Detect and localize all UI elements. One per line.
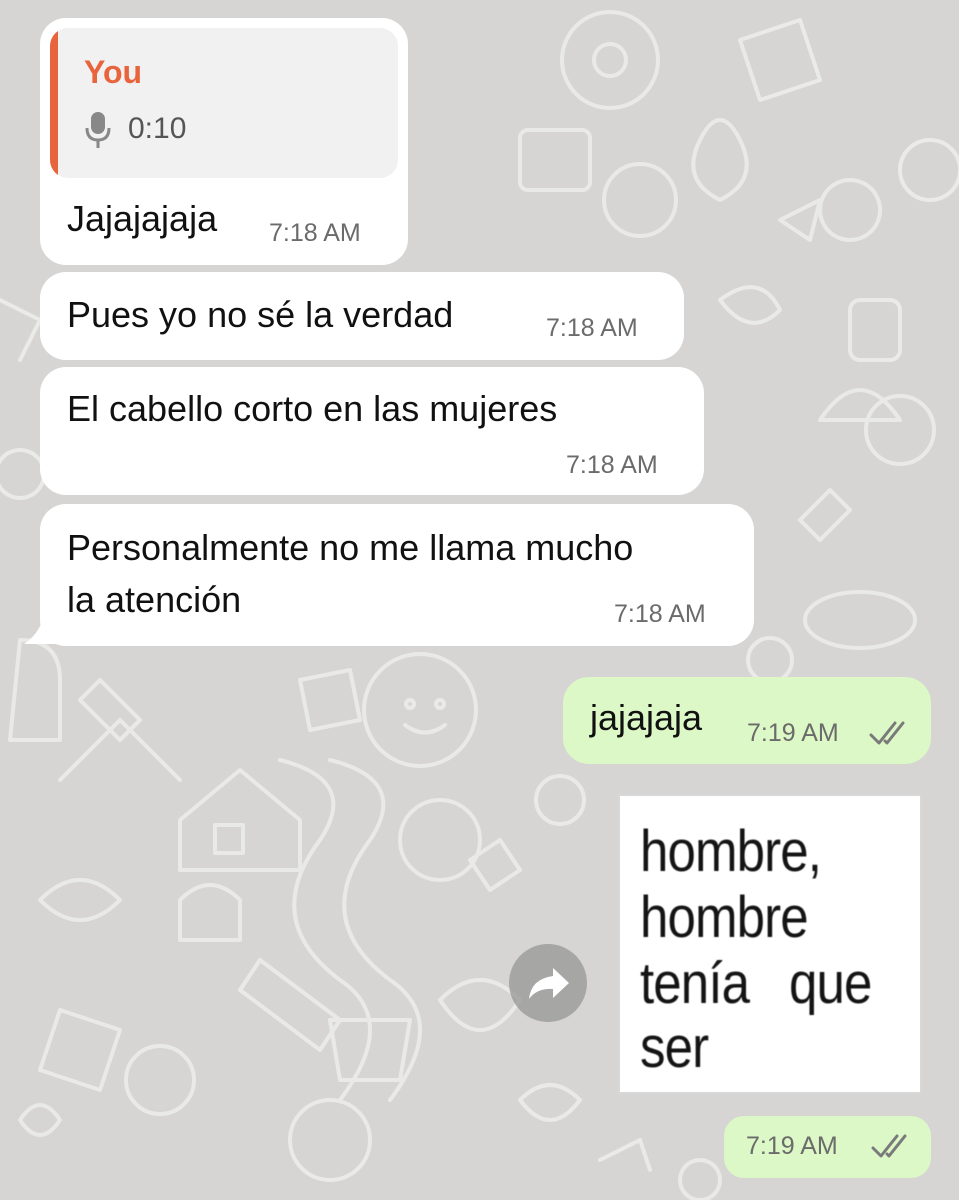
sticker-text-line: hombre — [640, 885, 809, 950]
incoming-message[interactable]: You 0:10 Jajajajaja 7:18 AM — [40, 18, 408, 265]
mic-icon — [85, 112, 111, 148]
reply-quote[interactable]: You 0:10 — [50, 28, 398, 178]
double-check-icon — [869, 721, 905, 745]
message-time: 7:18 AM — [614, 600, 706, 628]
sticker-image[interactable]: hombre, hombre tenía que ser — [618, 794, 922, 1094]
forward-button[interactable] — [509, 944, 587, 1022]
message-text-line: Personalmente no me llama mucho — [67, 527, 634, 568]
sticker-timestamp-pill: 7:19 AM — [724, 1116, 931, 1178]
reply-accent-bar — [50, 28, 58, 178]
incoming-message[interactable]: El cabello corto en las mujeres 7:18 AM — [40, 367, 704, 495]
message-text: El cabello corto en las mujeres — [67, 388, 558, 429]
forward-icon — [529, 968, 569, 999]
double-check-icon — [871, 1134, 907, 1158]
message-time: 7:19 AM — [746, 1132, 838, 1160]
voice-note-duration: 0:10 — [128, 112, 187, 145]
message-text: Pues yo no sé la verdad — [67, 294, 454, 335]
sticker-text-line: hombre, — [640, 819, 822, 884]
sticker-text-line: tenía que — [640, 951, 872, 1016]
reply-author: You — [84, 54, 143, 90]
message-time: 7:19 AM — [747, 719, 839, 747]
incoming-message[interactable]: Personalmente no me llama mucho la atenc… — [40, 504, 754, 646]
incoming-message[interactable]: Pues yo no sé la verdad 7:18 AM — [40, 272, 684, 360]
message-time: 7:18 AM — [566, 451, 658, 479]
sticker-text-line: ser — [640, 1015, 709, 1080]
message-text: jajajaja — [590, 697, 703, 738]
outgoing-message[interactable]: jajajaja 7:19 AM — [563, 677, 931, 764]
message-time: 7:18 AM — [269, 219, 361, 247]
message-time: 7:18 AM — [546, 314, 638, 342]
message-text-line: la atención — [67, 579, 242, 620]
message-text: Jajajajaja — [67, 198, 218, 239]
